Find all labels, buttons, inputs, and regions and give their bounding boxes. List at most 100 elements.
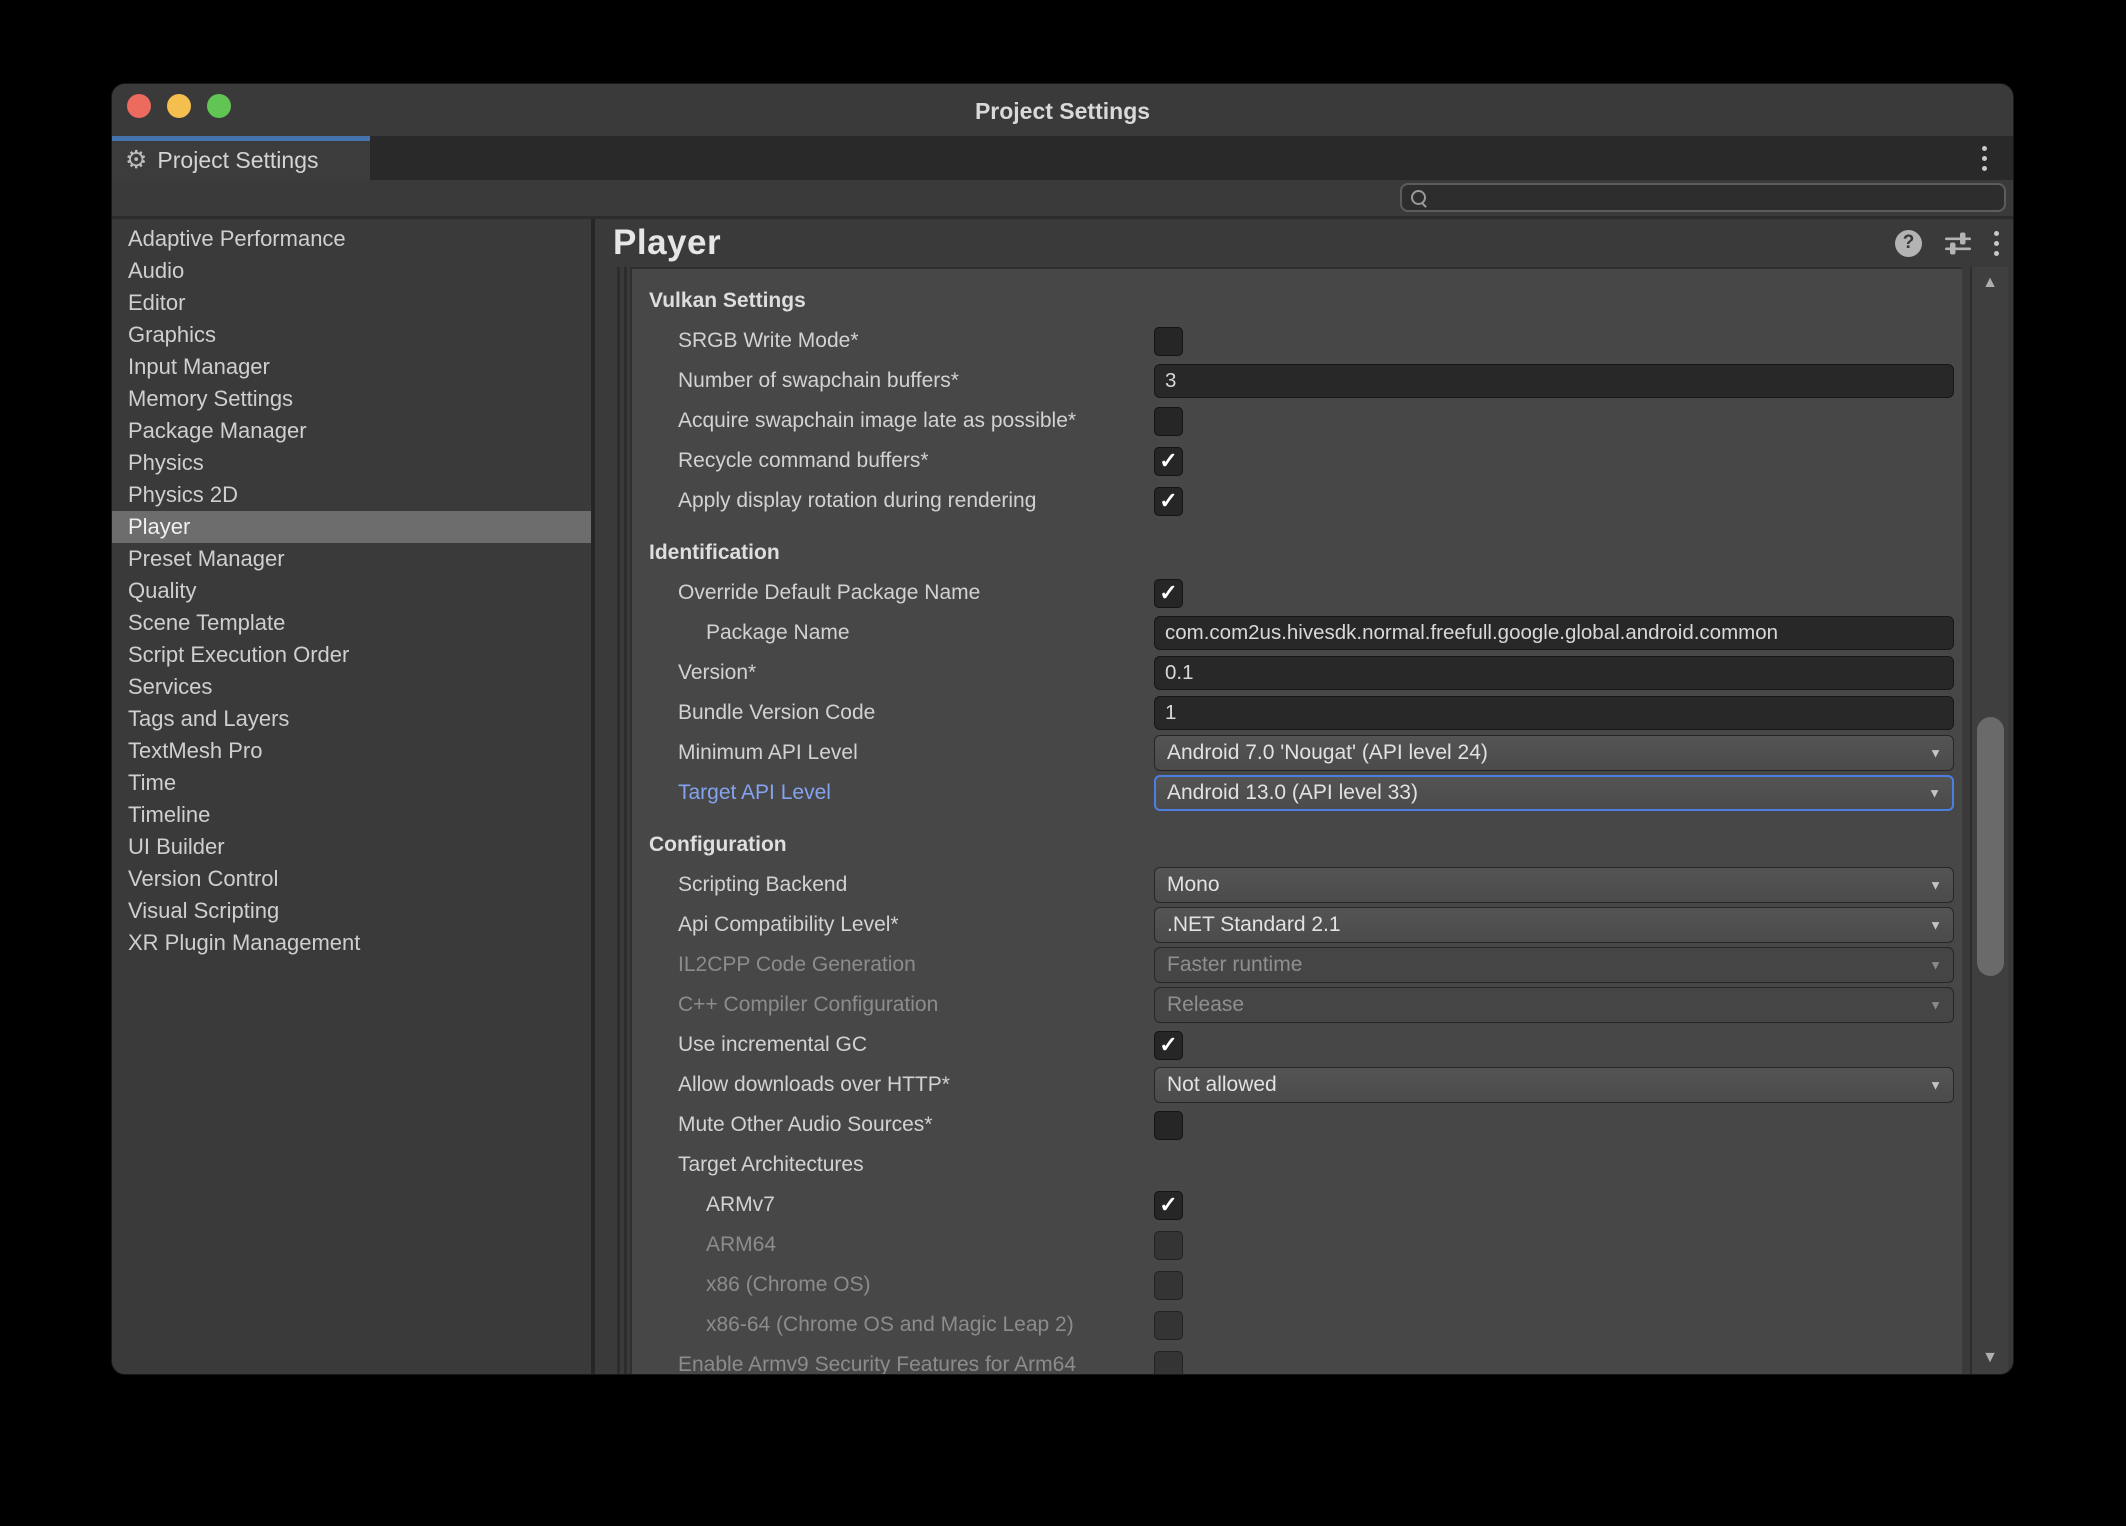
scroll-up-icon[interactable]: ▲ (1972, 274, 2008, 292)
field-value (1154, 401, 1954, 441)
row-il2cpp-code-generation: IL2CPP Code Generation Faster runtime▼ (632, 945, 1962, 985)
version-field[interactable]: 0.1 (1154, 656, 1954, 690)
sidebar-item-graphics[interactable]: Graphics (112, 319, 591, 351)
sidebar-item-timeline[interactable]: Timeline (112, 799, 591, 831)
il2cpp-code-generation-dropdown[interactable]: Faster runtime▼ (1154, 947, 1954, 983)
sidebar-item-textmesh-pro[interactable]: TextMesh Pro (112, 735, 591, 767)
row-api-compatibility-level: Api Compatibility Level*.NET Standard 2.… (632, 905, 1962, 945)
tab-strip-menu-button[interactable] (1982, 136, 1987, 180)
field-value: ✓ (1154, 441, 1954, 481)
row-acquire-swapchain-image-late-as-possible: Acquire swapchain image late as possible… (632, 401, 1962, 441)
apply-display-rotation-during-rendering-checkbox[interactable]: ✓ (1154, 487, 1183, 516)
sidebar-item-version-control[interactable]: Version Control (112, 863, 591, 895)
sidebar-item-adaptive-performance[interactable]: Adaptive Performance (112, 223, 591, 255)
sidebar-item-editor[interactable]: Editor (112, 287, 591, 319)
sidebar-item-ui-builder[interactable]: UI Builder (112, 831, 591, 863)
chevron-down-icon: ▼ (1929, 878, 1942, 893)
search-input[interactable] (1433, 184, 2004, 211)
x86-chrome-os-checkbox[interactable] (1154, 1271, 1183, 1300)
tab-label: Project Settings (157, 147, 318, 174)
sidebar-item-time[interactable]: Time (112, 767, 591, 799)
x86-64-chrome-os-and-magic-leap-2-checkbox[interactable] (1154, 1311, 1183, 1340)
sidebar-item-audio[interactable]: Audio (112, 255, 591, 287)
field-label: C++ Compiler Configuration (678, 985, 938, 1025)
traffic-lights (127, 94, 231, 118)
override-default-package-name-checkbox[interactable]: ✓ (1154, 579, 1183, 608)
field-value (1154, 321, 1954, 361)
enable-armv9-security-features-for-arm64-checkbox[interactable] (1154, 1351, 1183, 1375)
field-value (1154, 1225, 1954, 1265)
sidebar-item-visual-scripting[interactable]: Visual Scripting (112, 895, 591, 927)
field-label: ARM64 (706, 1225, 776, 1265)
field-value: ✓ (1154, 573, 1954, 613)
sidebar-item-xr-plugin-management[interactable]: XR Plugin Management (112, 927, 591, 959)
minimum-api-level-dropdown[interactable]: Android 7.0 'Nougat' (API level 24)▼ (1154, 735, 1954, 771)
sidebar-item-input-manager[interactable]: Input Manager (112, 351, 591, 383)
chevron-down-icon: ▼ (1929, 998, 1942, 1013)
allow-downloads-over-http-dropdown[interactable]: Not allowed▼ (1154, 1067, 1954, 1103)
desktop: { "window": { "title": "Project Settings… (0, 0, 2126, 1526)
dropdown-value: Mono (1167, 873, 1220, 897)
sidebar-item-memory-settings[interactable]: Memory Settings (112, 383, 591, 415)
field-label: Scripting Backend (678, 865, 847, 905)
sidebar-item-tags-and-layers[interactable]: Tags and Layers (112, 703, 591, 735)
check-icon: ✓ (1159, 450, 1177, 472)
sidebar-item-preset-manager[interactable]: Preset Manager (112, 543, 591, 575)
package-name-field[interactable]: com.com2us.hivesdk.normal.freefull.googl… (1154, 616, 1954, 650)
field-value (1154, 1105, 1954, 1145)
tab-project-settings[interactable]: ⚙ Project Settings (112, 136, 370, 180)
scripting-backend-dropdown[interactable]: Mono ▼ (1154, 867, 1954, 903)
row-armv7: ARMv7✓ (632, 1185, 1962, 1225)
api-compatibility-level-dropdown[interactable]: .NET Standard 2.1▼ (1154, 907, 1954, 943)
help-icon[interactable]: ? (1895, 230, 1922, 257)
field-label: Version* (678, 653, 756, 693)
presets-icon[interactable] (1943, 230, 1973, 257)
row-target-architectures: Target Architectures (632, 1145, 1962, 1185)
arm64-checkbox[interactable] (1154, 1231, 1183, 1260)
field-value: Android 7.0 'Nougat' (API level 24)▼ (1154, 733, 1954, 773)
panel-edge-line (617, 267, 620, 1374)
sidebar-item-physics-2d[interactable]: Physics 2D (112, 479, 591, 511)
chevron-down-icon: ▼ (1929, 746, 1942, 761)
bundle-version-code-field[interactable]: 1 (1154, 696, 1954, 730)
scrollbar[interactable]: ▲ ▼ (1970, 267, 2008, 1374)
field-value: com.com2us.hivesdk.normal.freefull.googl… (1154, 613, 1954, 653)
row-target-api-level: Target API LevelAndroid 13.0 (API level … (632, 773, 1962, 813)
sidebar-list: Adaptive PerformanceAudioEditorGraphicsI… (112, 223, 591, 959)
sidebar-item-services[interactable]: Services (112, 671, 591, 703)
field-label: x86 (Chrome OS) (706, 1265, 871, 1305)
field-label: IL2CPP Code Generation (678, 945, 916, 985)
close-button[interactable] (127, 94, 151, 118)
mute-other-audio-sources-checkbox[interactable] (1154, 1111, 1183, 1140)
sidebar-item-quality[interactable]: Quality (112, 575, 591, 607)
armv7-checkbox[interactable]: ✓ (1154, 1191, 1183, 1220)
number-of-swapchain-buffers-field[interactable]: 3 (1154, 364, 1954, 398)
minimize-button[interactable] (167, 94, 191, 118)
content-area: Player ? Vulkan SettingsSRGB Write Mode (595, 219, 2013, 1374)
field-value: Not allowed▼ (1154, 1065, 1954, 1105)
use-incremental-gc-checkbox[interactable]: ✓ (1154, 1031, 1183, 1060)
section-vulkan-settings: Vulkan SettingsSRGB Write Mode*Number of… (632, 281, 1962, 521)
row-number-of-swapchain-buffers: Number of swapchain buffers*3 (632, 361, 1962, 401)
scrollbar-thumb[interactable] (1977, 717, 2004, 976)
srgb-write-mode-checkbox[interactable] (1154, 327, 1183, 356)
chevron-down-icon: ▼ (1929, 918, 1942, 933)
c-compiler-configuration-dropdown[interactable]: Release▼ (1154, 987, 1954, 1023)
scroll-down-icon[interactable]: ▼ (1972, 1349, 2008, 1367)
sidebar-item-physics[interactable]: Physics (112, 447, 591, 479)
zoom-button[interactable] (207, 94, 231, 118)
search-box[interactable] (1400, 183, 2006, 212)
sidebar-item-package-manager[interactable]: Package Manager (112, 415, 591, 447)
target-api-level-dropdown[interactable]: Android 13.0 (API level 33)▼ (1154, 775, 1954, 811)
sidebar-item-scene-template[interactable]: Scene Template (112, 607, 591, 639)
sidebar-item-player[interactable]: Player (112, 511, 591, 543)
sidebar-item-script-execution-order[interactable]: Script Execution Order (112, 639, 591, 671)
row-version: Version* 0.1 (632, 653, 1962, 693)
acquire-swapchain-image-late-as-possible-checkbox[interactable] (1154, 407, 1183, 436)
toolbar (112, 180, 2013, 219)
row-package-name: Package Namecom.com2us.hivesdk.normal.fr… (632, 613, 1962, 653)
row-x86-64-chrome-os-and-magic-leap-2: x86-64 (Chrome OS and Magic Leap 2) (632, 1305, 1962, 1345)
more-options-icon[interactable] (1994, 231, 1999, 256)
row-apply-display-rotation-during-rendering: Apply display rotation during rendering✓ (632, 481, 1962, 521)
recycle-command-buffers-checkbox[interactable]: ✓ (1154, 447, 1183, 476)
